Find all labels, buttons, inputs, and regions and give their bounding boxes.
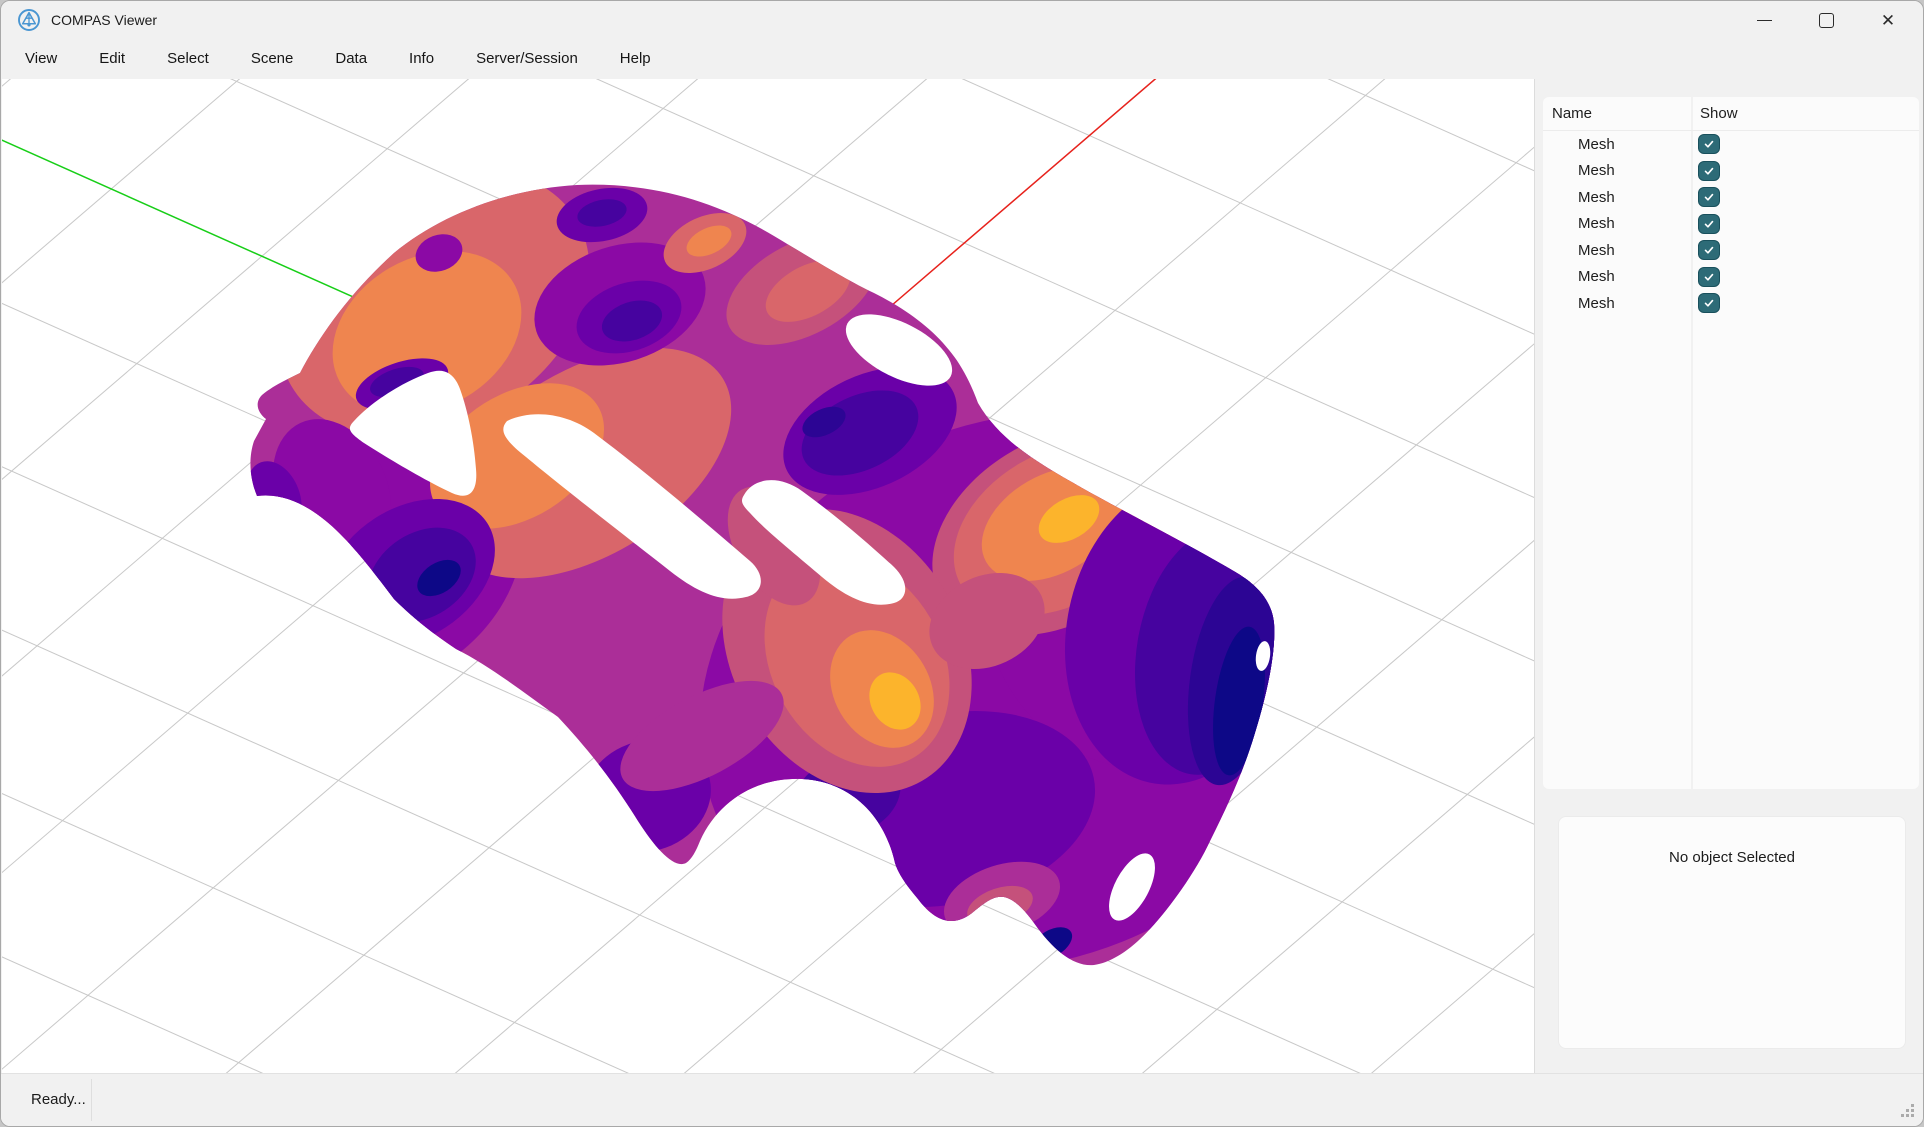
resize-grip[interactable]: [1900, 1103, 1916, 1119]
menu-item-help[interactable]: Help: [599, 39, 672, 79]
close-button[interactable]: ✕: [1857, 1, 1919, 39]
mesh-visibility-checkbox[interactable]: [1698, 214, 1720, 234]
table-row[interactable]: Mesh: [1543, 131, 1919, 158]
title-bar[interactable]: COMPAS Viewer ✕: [1, 1, 1923, 39]
maximize-button[interactable]: [1795, 1, 1857, 39]
checkmark-icon: [1702, 243, 1716, 257]
checkmark-icon: [1702, 190, 1716, 204]
viewport-3d[interactable]: [2, 79, 1534, 1073]
menu-item-view[interactable]: View: [4, 39, 78, 79]
table-row[interactable]: Mesh: [1543, 158, 1919, 185]
app-window: COMPAS Viewer ✕ ViewEditSelectSceneDataI…: [0, 0, 1924, 1127]
menu-item-scene[interactable]: Scene: [230, 39, 315, 79]
column-header-name: Name: [1552, 97, 1592, 130]
right-panel: Name Show Mesh Mesh Mesh: [1534, 79, 1924, 1073]
column-header-show: Show: [1700, 97, 1738, 130]
mesh-row-label: Mesh: [1578, 295, 1615, 312]
compas-logo-icon: [17, 8, 41, 32]
maximize-icon: [1819, 13, 1834, 28]
checkmark-icon: [1702, 217, 1716, 231]
mesh-row-label: Mesh: [1578, 189, 1615, 206]
mesh-row-label: Mesh: [1578, 215, 1615, 232]
car-mesh-object[interactable]: [190, 115, 1429, 1065]
mesh-row-label: Mesh: [1578, 162, 1615, 179]
window-controls: ✕: [1733, 1, 1919, 39]
status-text: Ready...: [31, 1074, 86, 1126]
table-row[interactable]: Mesh: [1543, 264, 1919, 291]
checkmark-icon: [1702, 270, 1716, 284]
mesh-visibility-checkbox[interactable]: [1698, 187, 1720, 207]
mesh-row-label: Mesh: [1578, 242, 1615, 259]
table-row[interactable]: Mesh: [1543, 184, 1919, 211]
window-title: COMPAS Viewer: [51, 12, 157, 28]
viewport-canvas[interactable]: [2, 79, 1534, 1073]
scene-tree-table: Name Show Mesh Mesh Mesh: [1543, 97, 1919, 789]
menu-item-server-session[interactable]: Server/Session: [455, 39, 599, 79]
checkmark-icon: [1702, 137, 1716, 151]
status-bar: Ready...: [1, 1073, 1923, 1126]
checkmark-icon: [1702, 296, 1716, 310]
close-icon: ✕: [1881, 12, 1895, 29]
object-info-panel: No object Selected: [1558, 816, 1906, 1049]
table-row[interactable]: Mesh: [1543, 211, 1919, 238]
minimize-button[interactable]: [1733, 1, 1795, 39]
table-rows: Mesh Mesh Mesh: [1543, 131, 1919, 317]
mesh-visibility-checkbox[interactable]: [1698, 293, 1720, 313]
minimize-icon: [1757, 20, 1772, 21]
mesh-visibility-checkbox[interactable]: [1698, 240, 1720, 260]
menu-item-edit[interactable]: Edit: [78, 39, 146, 79]
contour-bands: [190, 115, 1429, 1065]
mesh-visibility-checkbox[interactable]: [1698, 161, 1720, 181]
mesh-visibility-checkbox[interactable]: [1698, 134, 1720, 154]
checkmark-icon: [1702, 164, 1716, 178]
menu-item-info[interactable]: Info: [388, 39, 455, 79]
table-header: Name Show: [1543, 97, 1919, 131]
table-row[interactable]: Mesh: [1543, 290, 1919, 317]
menu-bar: ViewEditSelectSceneDataInfoServer/Sessio…: [1, 39, 1923, 79]
no-selection-message: No object Selected: [1559, 849, 1905, 866]
table-row[interactable]: Mesh: [1543, 237, 1919, 264]
status-divider: [91, 1079, 92, 1121]
menu-item-select[interactable]: Select: [146, 39, 230, 79]
mesh-row-label: Mesh: [1578, 268, 1615, 285]
mesh-row-label: Mesh: [1578, 136, 1615, 153]
mesh-visibility-checkbox[interactable]: [1698, 267, 1720, 287]
menu-item-data[interactable]: Data: [314, 39, 388, 79]
